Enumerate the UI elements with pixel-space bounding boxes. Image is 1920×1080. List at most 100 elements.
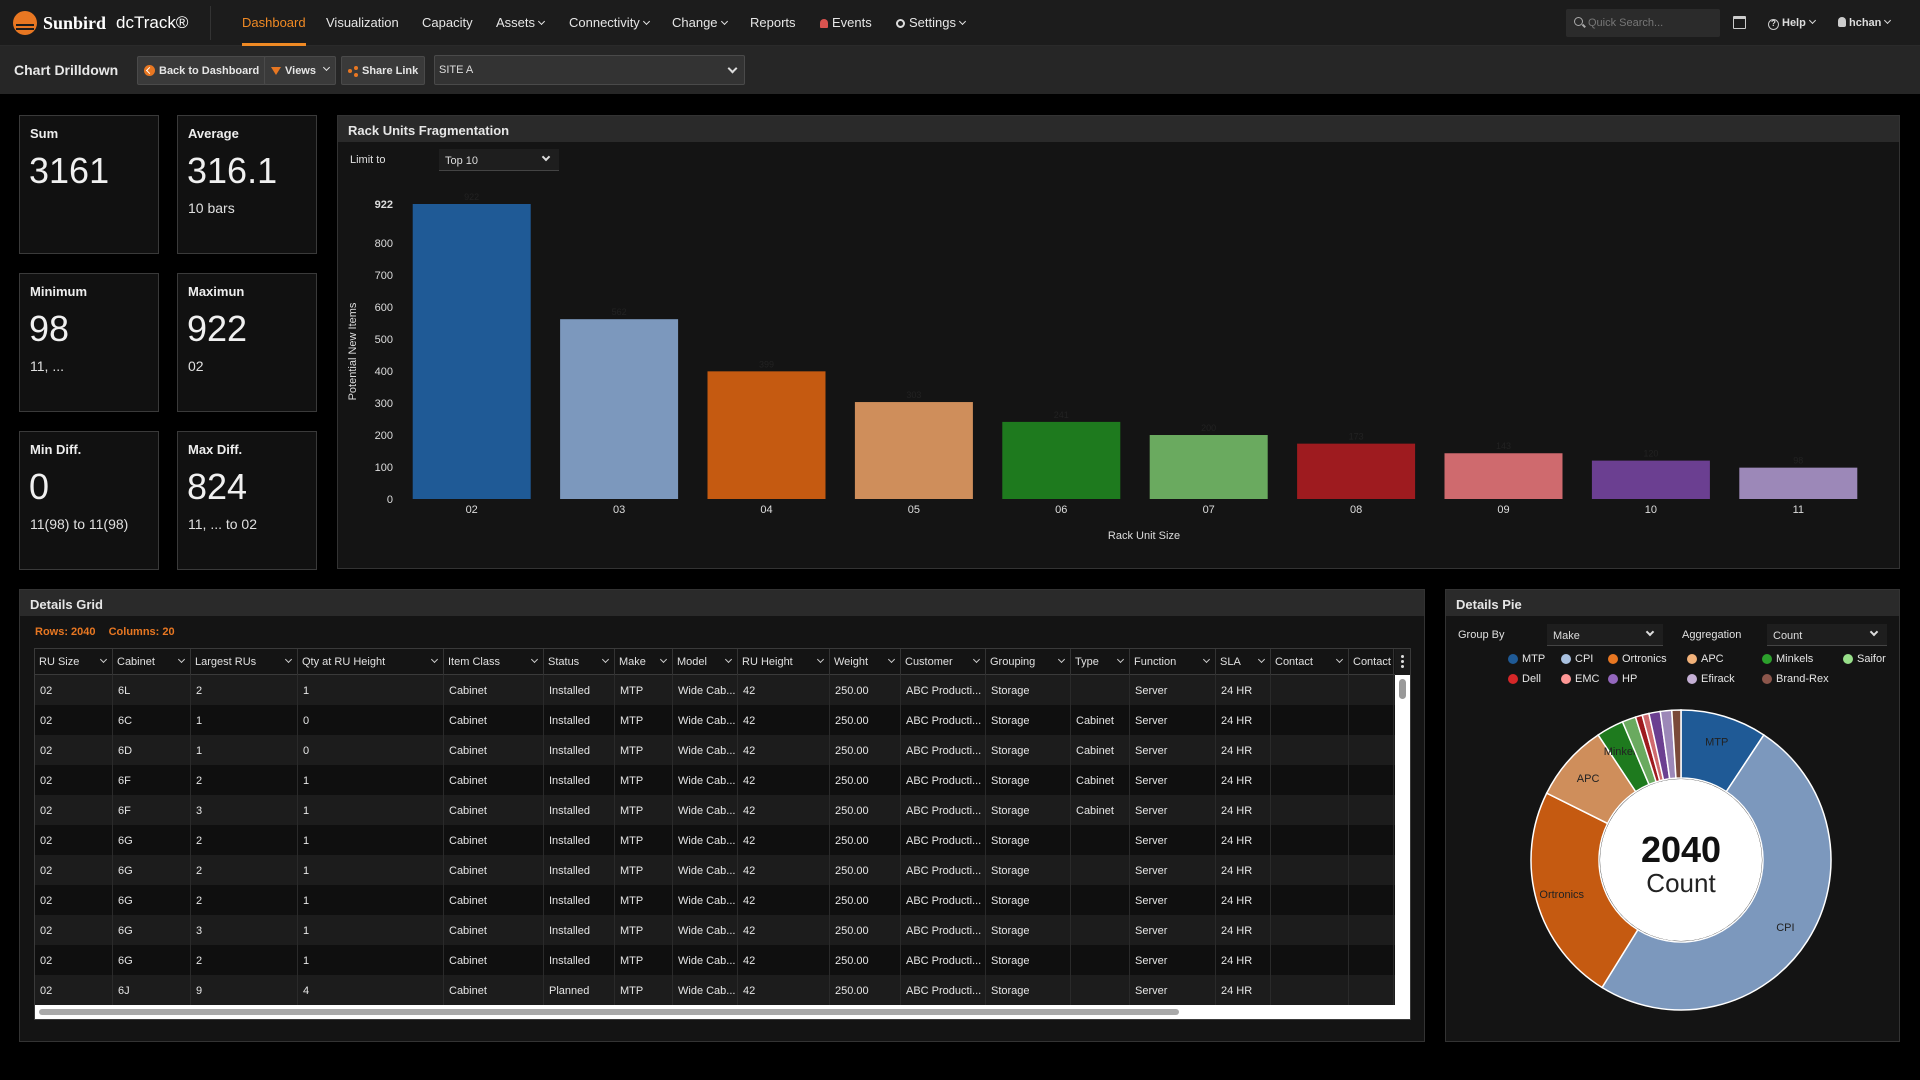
column-header[interactable]: Make: [615, 649, 673, 675]
nav-settings[interactable]: Settings: [896, 0, 965, 46]
table-row[interactable]: 026G21CabinetInstalledMTPWide Cab...4225…: [35, 825, 1397, 855]
column-header[interactable]: Item Class: [444, 649, 544, 675]
table-row[interactable]: 026G31CabinetInstalledMTPWide Cab...4225…: [35, 915, 1397, 945]
chevron-down-icon[interactable]: [817, 656, 824, 663]
calendar-icon[interactable]: [1733, 16, 1746, 29]
chevron-down-icon[interactable]: [1117, 656, 1124, 663]
user-menu[interactable]: hchan: [1838, 0, 1890, 46]
table-cell: Cabinet: [444, 705, 544, 735]
share-link-button[interactable]: Share Link: [341, 56, 425, 85]
table-cell: 250.00: [830, 675, 901, 705]
bar-11[interactable]: [1739, 468, 1857, 499]
bar-05[interactable]: [855, 402, 973, 499]
x-tick-label: 05: [908, 504, 920, 516]
chevron-down-icon[interactable]: [1336, 656, 1343, 663]
vertical-scrollbar[interactable]: [1395, 675, 1410, 1020]
nav-dashboard[interactable]: Dashboard: [242, 0, 306, 46]
chevron-down-icon[interactable]: [178, 656, 185, 663]
table-row[interactable]: 026F21CabinetInstalledMTPWide Cab...4225…: [35, 765, 1397, 795]
column-header[interactable]: Qty at RU Height: [298, 649, 444, 675]
scroll-thumb[interactable]: [39, 1009, 1179, 1015]
column-header[interactable]: Grouping: [986, 649, 1071, 675]
column-header[interactable]: Contact: [1271, 649, 1349, 675]
legend-item[interactable]: CPI: [1561, 653, 1593, 665]
nav-capacity[interactable]: Capacity: [422, 0, 473, 46]
bar-06[interactable]: [1002, 422, 1120, 499]
scroll-thumb[interactable]: [1399, 679, 1406, 699]
table-row[interactable]: 026F31CabinetInstalledMTPWide Cab...4225…: [35, 795, 1397, 825]
bar-03[interactable]: [560, 319, 678, 499]
table-row[interactable]: 026J94CabinetPlannedMTPWide Cab...42250.…: [35, 975, 1397, 1005]
column-header[interactable]: SLA: [1216, 649, 1271, 675]
chevron-down-icon[interactable]: [285, 656, 292, 663]
table-cell: 02: [35, 705, 113, 735]
chevron-down-icon[interactable]: [725, 656, 732, 663]
chevron-down-icon[interactable]: [602, 656, 609, 663]
table-cell: ABC Producti...: [901, 915, 986, 945]
bar-08[interactable]: [1297, 444, 1415, 499]
table-cell: Wide Cab...: [673, 795, 738, 825]
table-row[interactable]: 026G21CabinetInstalledMTPWide Cab...4225…: [35, 885, 1397, 915]
column-header[interactable]: Largest RUs: [191, 649, 298, 675]
chevron-down-icon[interactable]: [431, 656, 438, 663]
bar-09[interactable]: [1445, 453, 1563, 499]
nav-visualization[interactable]: Visualization: [326, 0, 399, 46]
column-header[interactable]: Type: [1071, 649, 1130, 675]
nav-reports[interactable]: Reports: [750, 0, 796, 46]
logo[interactable]: Sunbird dcTrack®: [13, 10, 188, 36]
nav-assets[interactable]: Assets: [496, 0, 544, 46]
legend-item[interactable]: MTP: [1508, 653, 1545, 665]
column-header[interactable]: RU Height: [738, 649, 830, 675]
site-select[interactable]: SITE A: [434, 55, 745, 85]
table-row[interactable]: 026G21CabinetInstalledMTPWide Cab...4225…: [35, 855, 1397, 885]
table-row[interactable]: 026G21CabinetInstalledMTPWide Cab...4225…: [35, 945, 1397, 975]
bar-04[interactable]: [708, 371, 826, 499]
table-cell: 1: [298, 765, 444, 795]
column-header[interactable]: Cabinet: [113, 649, 191, 675]
quick-search[interactable]: [1566, 9, 1720, 37]
chevron-down-icon[interactable]: [888, 656, 895, 663]
legend-label: Saifor: [1857, 653, 1886, 665]
chevron-down-icon[interactable]: [531, 656, 538, 663]
group-by-select[interactable]: Make: [1547, 624, 1663, 646]
chevron-down-icon[interactable]: [973, 656, 980, 663]
column-header[interactable]: Function: [1130, 649, 1216, 675]
nav-connectivity[interactable]: Connectivity: [569, 0, 649, 46]
bar-10[interactable]: [1592, 461, 1710, 499]
column-header[interactable]: Weight: [830, 649, 901, 675]
views-button[interactable]: Views: [264, 56, 336, 85]
legend-item[interactable]: Saifor: [1843, 653, 1886, 665]
table-cell: 6F: [113, 795, 191, 825]
legend-item[interactable]: APC: [1687, 653, 1724, 665]
column-menu-button[interactable]: [1395, 649, 1410, 675]
column-header[interactable]: Contact: [1349, 649, 1394, 675]
column-header[interactable]: RU Size: [35, 649, 113, 675]
chevron-down-icon[interactable]: [660, 656, 667, 663]
chevron-down-icon[interactable]: [1203, 656, 1210, 663]
help-menu[interactable]: ?Help: [1768, 0, 1815, 46]
chevron-down-icon[interactable]: [1258, 656, 1265, 663]
aggregation-select[interactable]: Count: [1767, 624, 1887, 646]
chevron-down-icon[interactable]: [1058, 656, 1065, 663]
column-header[interactable]: Status: [544, 649, 615, 675]
nav-events[interactable]: Events: [820, 0, 872, 46]
bar-02[interactable]: [413, 204, 531, 499]
bar-07[interactable]: [1150, 435, 1268, 499]
horizontal-scrollbar[interactable]: [35, 1005, 1411, 1019]
legend-item[interactable]: Ortronics: [1608, 653, 1667, 665]
table-row[interactable]: 026D10CabinetInstalledMTPWide Cab...4225…: [35, 735, 1397, 765]
legend-item[interactable]: Minkels: [1762, 653, 1813, 665]
table-cell: [1271, 795, 1349, 825]
table-cell: 250.00: [830, 735, 901, 765]
nav-change[interactable]: Change: [672, 0, 727, 46]
table-row[interactable]: 026L21CabinetInstalledMTPWide Cab...4225…: [35, 675, 1397, 705]
table-row[interactable]: 026C10CabinetInstalledMTPWide Cab...4225…: [35, 705, 1397, 735]
y-tick-label: 800: [375, 238, 393, 250]
chevron-down-icon[interactable]: [100, 656, 107, 663]
back-to-dashboard-button[interactable]: Back to Dashboard: [137, 56, 266, 85]
column-header[interactable]: Customer: [901, 649, 986, 675]
table-cell: MTP: [615, 945, 673, 975]
column-header[interactable]: Model: [673, 649, 738, 675]
search-input[interactable]: [1588, 9, 1716, 37]
table-cell: [1349, 855, 1394, 885]
